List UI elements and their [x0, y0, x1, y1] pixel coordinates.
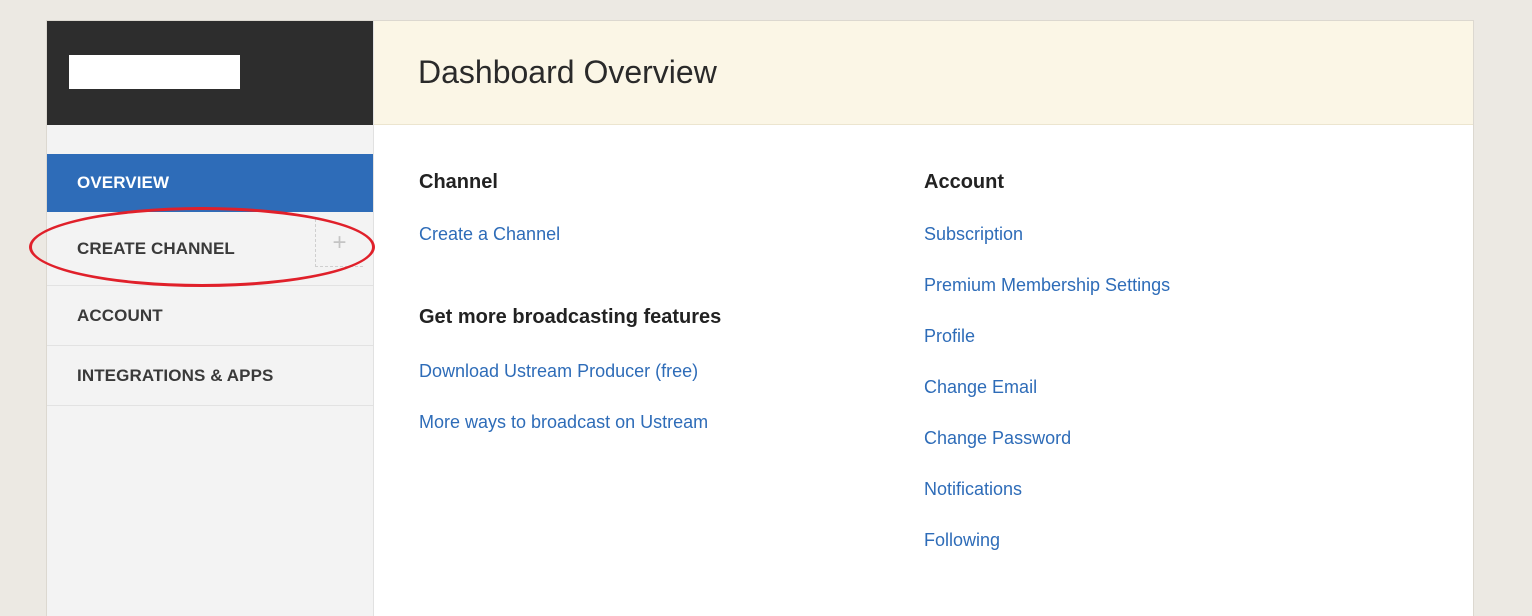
- page-header: Dashboard Overview: [374, 21, 1473, 125]
- subscription-link[interactable]: Subscription: [924, 223, 1170, 245]
- download-producer-link[interactable]: Download Ustream Producer (free): [419, 360, 721, 382]
- broadcast-section-title: Get more broadcasting features: [419, 306, 722, 328]
- sidebar-item-label: CREATE CHANNEL: [77, 238, 235, 258]
- sidebar-item-account[interactable]: ACCOUNT: [47, 286, 373, 346]
- sidebar-item-overview[interactable]: OVERVIEW: [47, 154, 373, 212]
- sidebar-item-label: OVERVIEW: [77, 173, 170, 192]
- sidebar-item-create-channel[interactable]: CREATE CHANNEL +: [47, 212, 373, 286]
- logo-bar: [47, 21, 373, 125]
- page-title: Dashboard Overview: [418, 54, 717, 90]
- sidebar-item-integrations-apps[interactable]: INTEGRATIONS & APPS: [47, 346, 373, 406]
- notifications-link[interactable]: Notifications: [924, 478, 1170, 500]
- channel-section-title: Channel: [419, 171, 498, 193]
- sidebar-item-label: INTEGRATIONS & APPS: [77, 365, 274, 385]
- account-section-title: Account: [924, 171, 1004, 193]
- following-link[interactable]: Following: [924, 529, 1170, 551]
- content-column-left: Channel Create a Channel Get more broadc…: [419, 171, 721, 433]
- content-column-right: Account Subscription Premium Membership …: [924, 171, 1170, 551]
- premium-membership-settings-link[interactable]: Premium Membership Settings: [924, 274, 1170, 296]
- profile-link[interactable]: Profile: [924, 325, 1170, 347]
- sidebar: OVERVIEW CREATE CHANNEL + ACCOUNT INTEGR…: [47, 21, 374, 616]
- app-window: OVERVIEW CREATE CHANNEL + ACCOUNT INTEGR…: [29, 20, 1474, 616]
- more-ways-broadcast-link[interactable]: More ways to broadcast on Ustream: [419, 411, 721, 433]
- sidebar-item-label: ACCOUNT: [77, 305, 163, 325]
- change-password-link[interactable]: Change Password: [924, 427, 1170, 449]
- sidebar-nav: OVERVIEW CREATE CHANNEL + ACCOUNT INTEGR…: [47, 154, 373, 406]
- create-channel-link[interactable]: Create a Channel: [419, 223, 721, 245]
- change-email-link[interactable]: Change Email: [924, 376, 1170, 398]
- logo[interactable]: [69, 55, 240, 89]
- add-channel-plus-icon[interactable]: +: [315, 219, 363, 267]
